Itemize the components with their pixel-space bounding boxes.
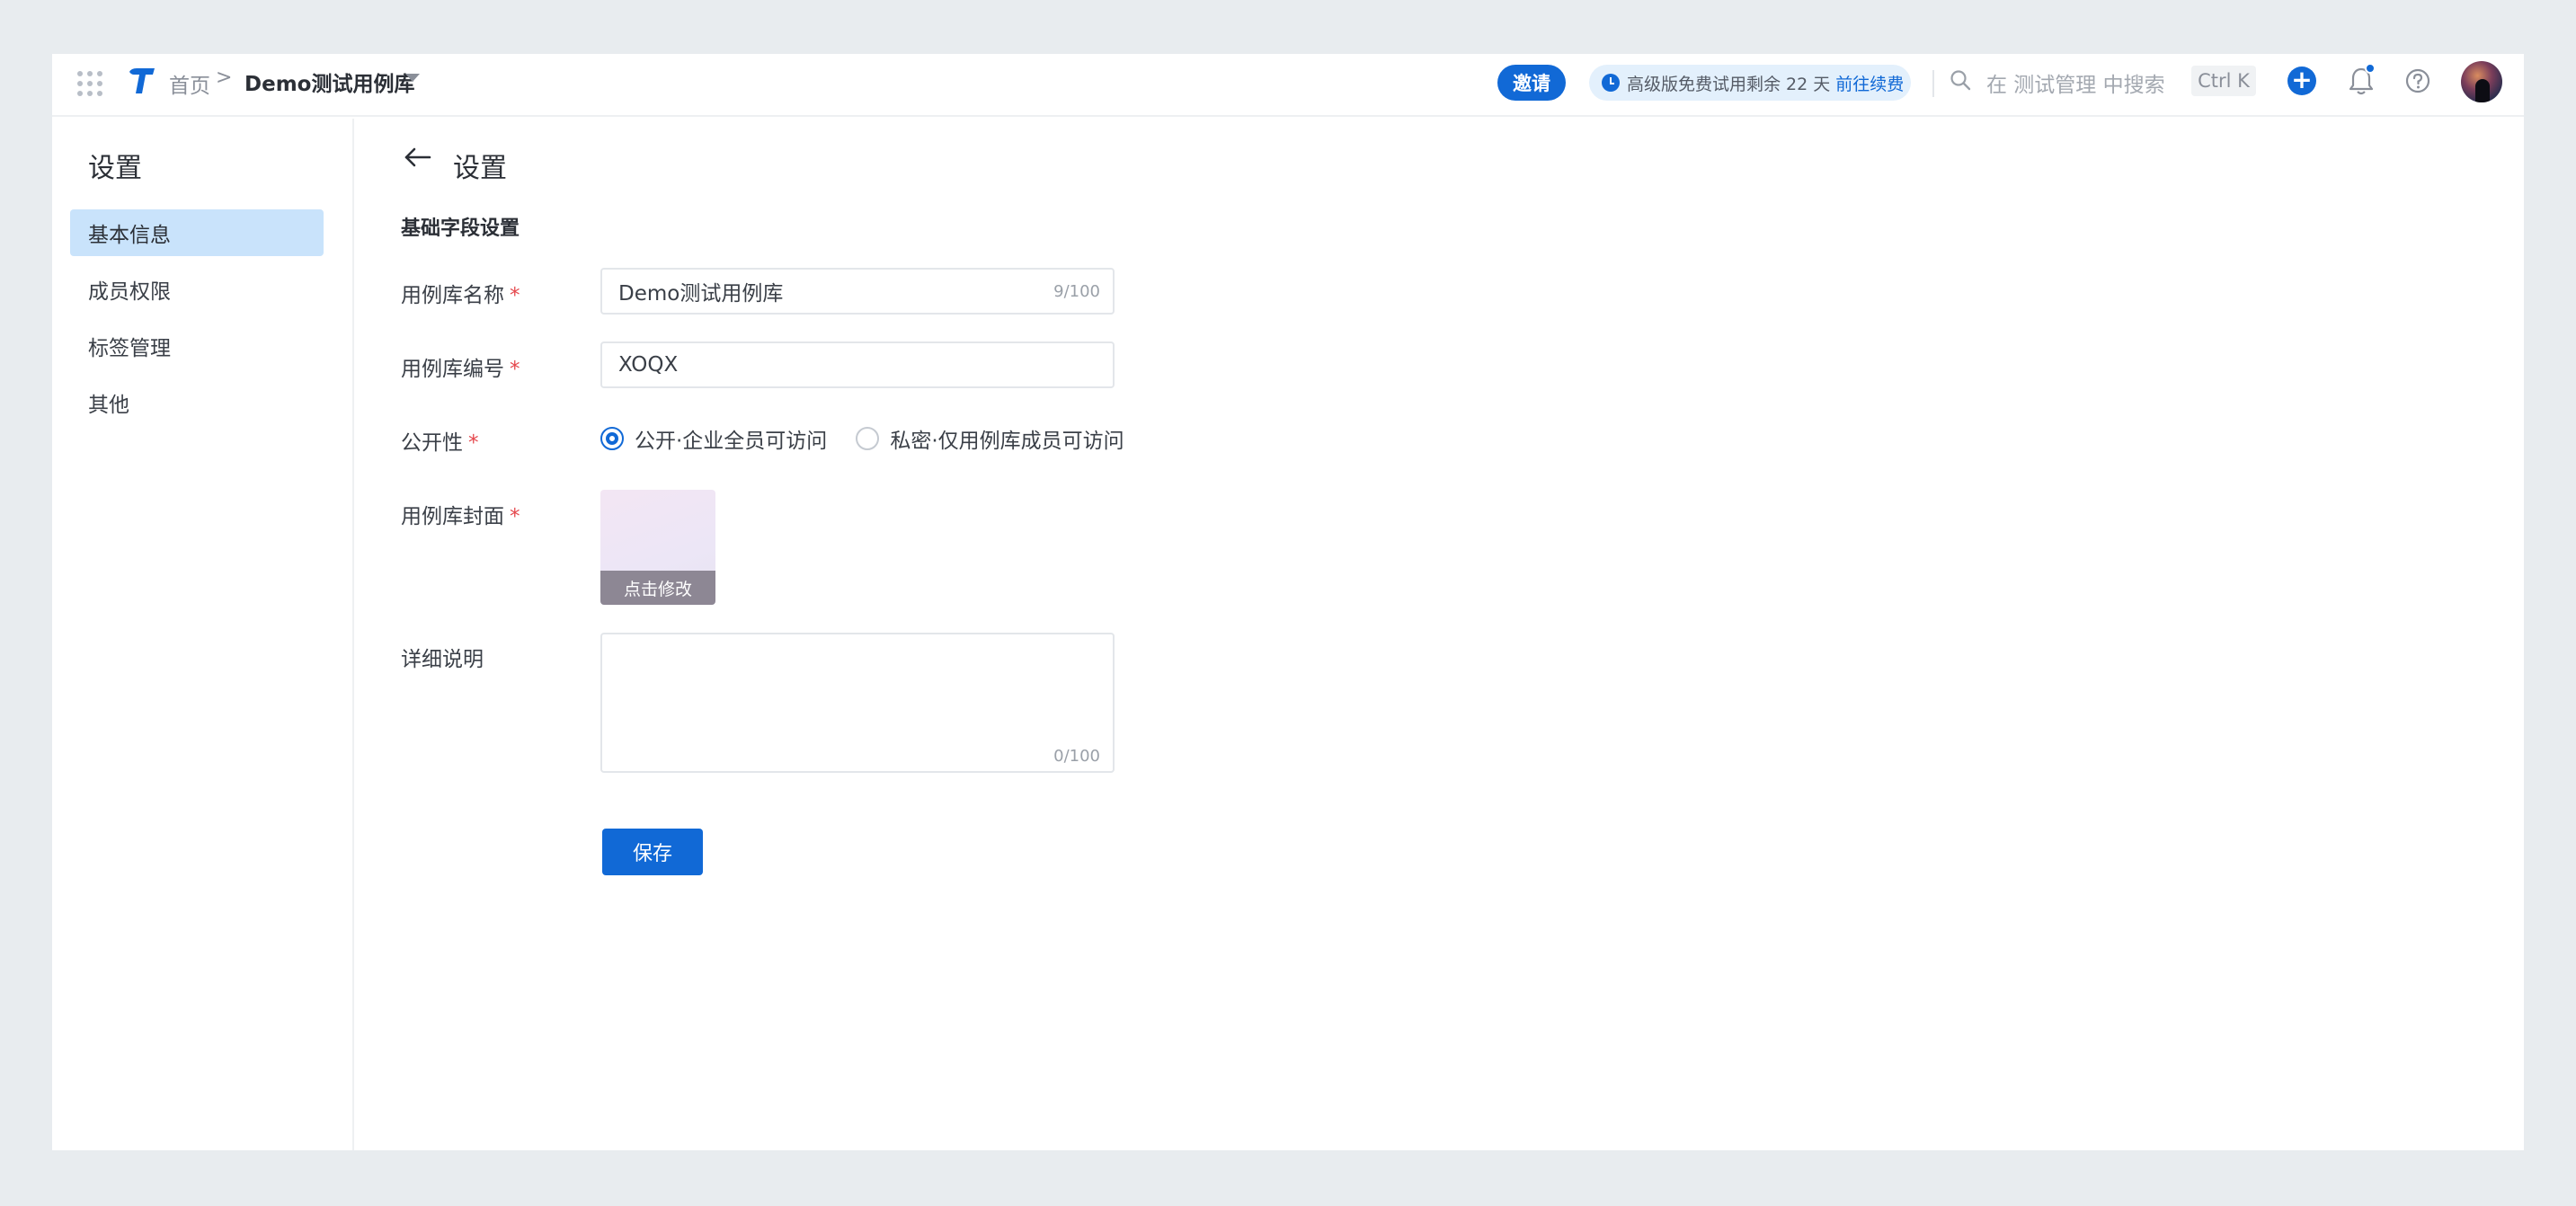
public-option-label[interactable]: 公开·企业全员可访问 [635,423,827,454]
name-label-text: 用例库名称 [401,284,504,307]
name-char-counter: 9/100 [1053,281,1100,301]
top-header: 首页 > Demo测试用例库 邀请 高级版免费试用剩余 22 天 前往续费 在 … [52,54,2524,117]
avatar[interactable] [2461,61,2502,102]
visibility-label-text: 公开性 [401,431,463,455]
search-shortcut: Ctrl K [2191,66,2256,96]
required-mark: * [510,505,520,528]
breadcrumb-home[interactable]: 首页 [169,68,210,99]
settings-sidebar: 设置 基本信息 成员权限 标签管理 其他 [52,119,354,1150]
library-name-value: Demo测试用例库 [618,282,784,306]
private-option-label[interactable]: 私密·仅用例库成员可访问 [890,423,1124,454]
code-label: 用例库编号 * [401,351,520,382]
section-title: 基础字段设置 [401,217,520,240]
trial-banner: 高级版免费试用剩余 22 天 前往续费 [1589,65,1911,101]
clock-icon [1602,74,1620,92]
sidebar-item-member-permissions[interactable]: 成员权限 [70,266,324,313]
description-char-counter: 0/100 [1053,747,1100,766]
required-mark: * [510,284,520,307]
apps-grid-icon[interactable] [77,69,102,96]
back-arrow-icon[interactable] [403,144,433,171]
search-input[interactable]: 在 测试管理 中搜索 [1986,67,2165,98]
logo-icon[interactable] [126,65,158,97]
sidebar-item-label: 其他 [88,394,129,417]
notification-dot [2365,63,2376,74]
description-textarea[interactable]: 0/100 [600,633,1115,773]
visibility-radio-group: 公开·企业全员可访问 私密·仅用例库成员可访问 [600,423,1124,454]
sidebar-item-label: 标签管理 [88,337,171,360]
private-radio[interactable] [856,427,880,450]
required-mark: * [468,431,479,455]
cover-image[interactable]: 点击修改 [600,490,715,605]
description-label-text: 详细说明 [401,648,484,671]
sidebar-item-label: 成员权限 [88,280,171,304]
edit-cover-button[interactable]: 点击修改 [600,571,715,605]
sidebar-item-basic-info[interactable]: 基本信息 [70,209,324,256]
name-label: 用例库名称 * [401,278,520,308]
description-label: 详细说明 [401,642,484,672]
public-radio[interactable] [600,427,624,450]
chevron-down-icon[interactable] [405,74,420,82]
breadcrumb-current[interactable]: Demo测试用例库 [244,67,414,97]
sidebar-item-tag-management[interactable]: 标签管理 [70,323,324,369]
header-divider [1932,70,1934,97]
save-button[interactable]: 保存 [602,829,703,875]
library-code-value: XOQX [618,353,679,377]
breadcrumb-separator: > [216,67,233,89]
sidebar-item-other[interactable]: 其他 [70,379,324,426]
cover-label: 用例库封面 * [401,499,520,529]
library-code-field[interactable]: XOQX [600,341,1115,388]
code-label-text: 用例库编号 [401,358,504,381]
page-title: 设置 [453,153,507,184]
trial-text: 高级版免费试用剩余 22 天 [1627,74,1831,94]
cover-label-text: 用例库封面 [401,505,504,528]
help-icon[interactable] [2403,67,2432,95]
visibility-label: 公开性 * [401,425,479,456]
app-window: 首页 > Demo测试用例库 邀请 高级版免费试用剩余 22 天 前往续费 在 … [52,54,2524,1150]
add-button[interactable]: + [2287,67,2316,95]
renew-link[interactable]: 前往续费 [1835,71,1904,95]
library-name-field[interactable]: Demo测试用例库 9/100 [600,268,1115,315]
invite-button[interactable]: 邀请 [1497,65,1566,101]
search-icon[interactable] [1949,68,1972,92]
sidebar-item-label: 基本信息 [88,224,171,247]
sidebar-title: 设置 [88,153,142,184]
required-mark: * [510,358,520,381]
